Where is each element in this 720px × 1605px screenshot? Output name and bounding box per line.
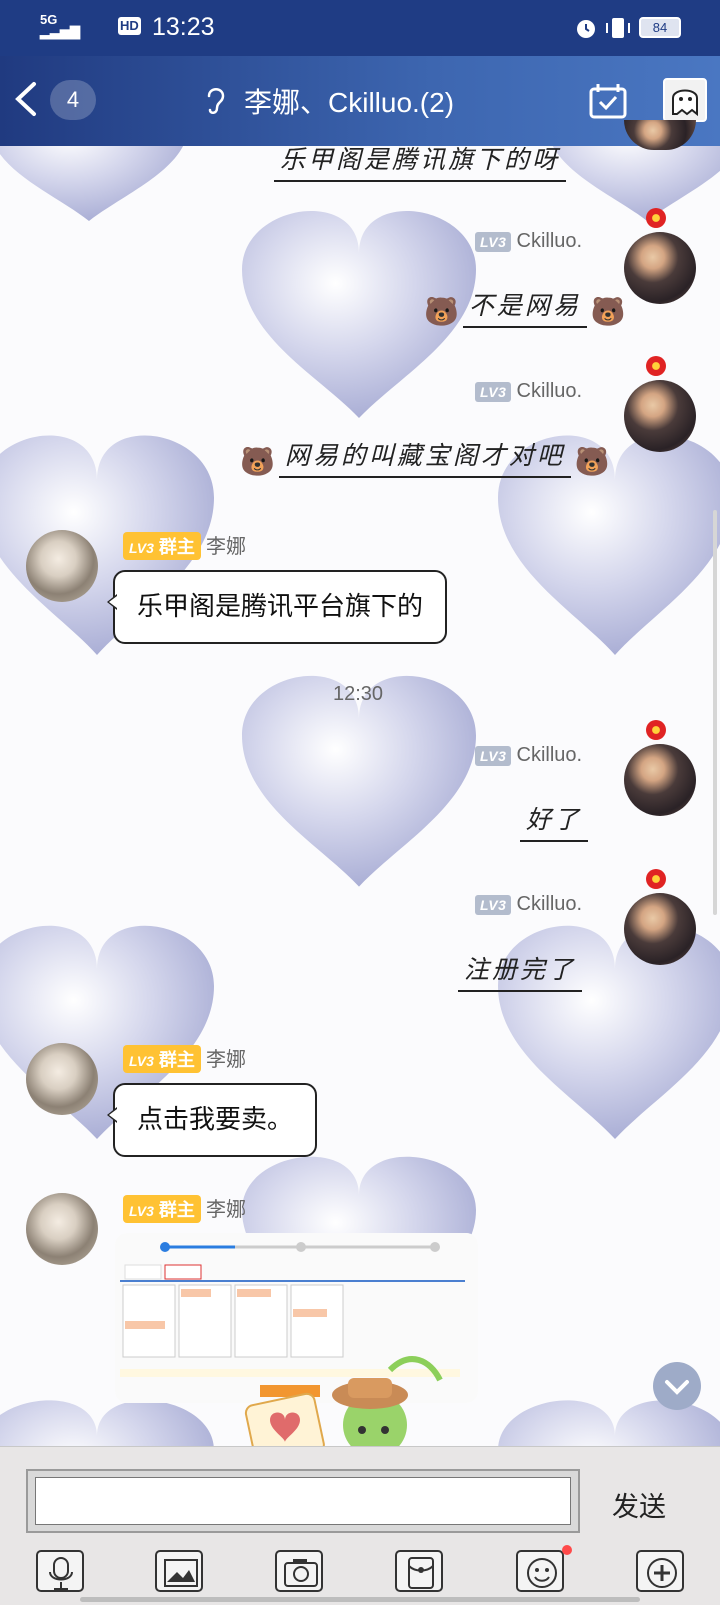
message-input-frame bbox=[26, 1469, 580, 1533]
input-bar: 发送 bbox=[0, 1446, 720, 1605]
flower-decoration bbox=[646, 208, 666, 228]
level-badge: LV3 bbox=[475, 232, 512, 252]
send-button[interactable]: 发送 bbox=[612, 1485, 666, 1524]
camera-button[interactable] bbox=[275, 1550, 323, 1592]
character-sticker bbox=[240, 1350, 450, 1466]
heart-decoration bbox=[242, 675, 476, 887]
calendar-check-icon[interactable] bbox=[588, 82, 628, 120]
message-row: 🐻 不是网易 🐻 bbox=[424, 286, 626, 328]
message-bubble[interactable]: 点击我要卖。 bbox=[106, 1083, 318, 1157]
sender-name[interactable]: 李娜 bbox=[206, 1049, 246, 1071]
owner-badge: LV3 群主 bbox=[123, 1195, 201, 1223]
avatar-ckilluo[interactable] bbox=[624, 232, 696, 304]
earpiece-mode-icon[interactable] bbox=[205, 84, 227, 116]
avatar-lina[interactable] bbox=[26, 1043, 98, 1115]
owner-badge: LV3 群主 bbox=[123, 1045, 201, 1073]
message-bubble[interactable]: 乐甲阁是腾讯平台旗下的 bbox=[106, 570, 448, 644]
unread-count-badge[interactable]: 4 bbox=[50, 80, 96, 120]
sender-row: LV3 Ckilluo. bbox=[475, 230, 582, 253]
avatar-ckilluo[interactable] bbox=[624, 893, 696, 965]
red-packet-icon bbox=[408, 1557, 434, 1589]
sender-row: LV3 群主 李娜 bbox=[123, 1193, 246, 1223]
message-text-handwritten[interactable]: 不是网易 bbox=[462, 286, 587, 328]
bear-sticker-icon: 🐻 bbox=[240, 445, 275, 478]
photo-button[interactable] bbox=[155, 1550, 203, 1592]
notification-dot bbox=[562, 1545, 572, 1555]
bear-sticker-icon: 🐻 bbox=[424, 295, 459, 328]
scrollbar[interactable] bbox=[713, 510, 717, 915]
more-button[interactable] bbox=[636, 1550, 684, 1592]
flower-decoration bbox=[646, 869, 666, 889]
image-icon bbox=[164, 1559, 198, 1587]
back-arrow-icon[interactable] bbox=[6, 74, 46, 124]
avatar-lina[interactable] bbox=[26, 530, 98, 602]
sender-row: LV3 群主 李娜 bbox=[123, 530, 246, 560]
flower-decoration bbox=[646, 356, 666, 376]
level-badge: LV3 bbox=[475, 746, 512, 766]
status-bar: 5G ▂▃▅▇ HD 13:23 84 bbox=[0, 0, 720, 56]
avatar-lina[interactable] bbox=[26, 1193, 98, 1265]
chat-header: 4 李娜、Ckilluo.(2) bbox=[0, 56, 720, 146]
sender-name[interactable]: Ckilluo. bbox=[517, 230, 583, 252]
chevron-down-icon bbox=[665, 1380, 689, 1395]
flower-decoration bbox=[646, 720, 666, 740]
level-badge: LV3 bbox=[475, 382, 512, 402]
group-avatar-button[interactable] bbox=[663, 78, 707, 122]
owner-badge: LV3 群主 bbox=[123, 532, 201, 560]
plus-icon bbox=[647, 1558, 677, 1588]
emoji-button[interactable] bbox=[516, 1550, 564, 1592]
sender-name[interactable]: Ckilluo. bbox=[517, 893, 583, 915]
sticker-image bbox=[244, 1356, 443, 1466]
hd-badge: HD bbox=[118, 17, 141, 35]
sender-name[interactable]: 李娜 bbox=[206, 1199, 246, 1221]
sender-name[interactable]: Ckilluo. bbox=[517, 380, 583, 402]
sender-name[interactable]: 李娜 bbox=[206, 536, 246, 558]
sender-row: LV3 群主 李娜 bbox=[123, 1043, 246, 1073]
chat-title: 李娜、Ckilluo.(2) bbox=[244, 87, 455, 118]
bear-sticker-icon: 🐻 bbox=[574, 445, 610, 478]
sender-row: LV3 Ckilluo. bbox=[475, 893, 582, 916]
ghost-avatar-icon bbox=[672, 89, 698, 117]
alarm-icon bbox=[577, 20, 595, 38]
timestamp-divider: 12:30 bbox=[333, 683, 384, 705]
sender-name[interactable]: Ckilluo. bbox=[517, 744, 583, 766]
voice-button[interactable] bbox=[36, 1550, 84, 1592]
message-row: 🐻 网易的叫藏宝阁才对吧 🐻 bbox=[240, 436, 610, 478]
level-badge: LV3 bbox=[475, 895, 512, 915]
clock: 13:23 bbox=[152, 13, 215, 41]
battery-indicator: 84 bbox=[639, 17, 681, 38]
vibrate-icon bbox=[606, 18, 630, 38]
avatar-ckilluo[interactable] bbox=[624, 380, 696, 452]
scroll-to-bottom-button[interactable] bbox=[653, 1362, 701, 1410]
gesture-bar bbox=[80, 1597, 640, 1602]
microphone-icon bbox=[49, 1557, 73, 1590]
sender-row: LV3 Ckilluo. bbox=[475, 380, 582, 403]
network-indicator: 5G ▂▃▅▇ bbox=[40, 12, 80, 39]
emoji-icon bbox=[527, 1558, 557, 1588]
camera-icon bbox=[284, 1559, 318, 1587]
avatar-ckilluo[interactable] bbox=[624, 744, 696, 816]
message-text-handwritten[interactable]: 乐甲阁是腾讯旗下的呀 bbox=[274, 140, 567, 182]
bear-sticker-icon: 🐻 bbox=[590, 295, 626, 328]
message-text-handwritten[interactable]: 注册完了 bbox=[458, 950, 583, 992]
message-text-handwritten[interactable]: 好了 bbox=[520, 800, 589, 842]
red-packet-button[interactable] bbox=[395, 1550, 443, 1592]
sender-row: LV3 Ckilluo. bbox=[475, 744, 582, 767]
message-input[interactable] bbox=[35, 1477, 571, 1525]
message-text-handwritten[interactable]: 网易的叫藏宝阁才对吧 bbox=[278, 436, 571, 478]
